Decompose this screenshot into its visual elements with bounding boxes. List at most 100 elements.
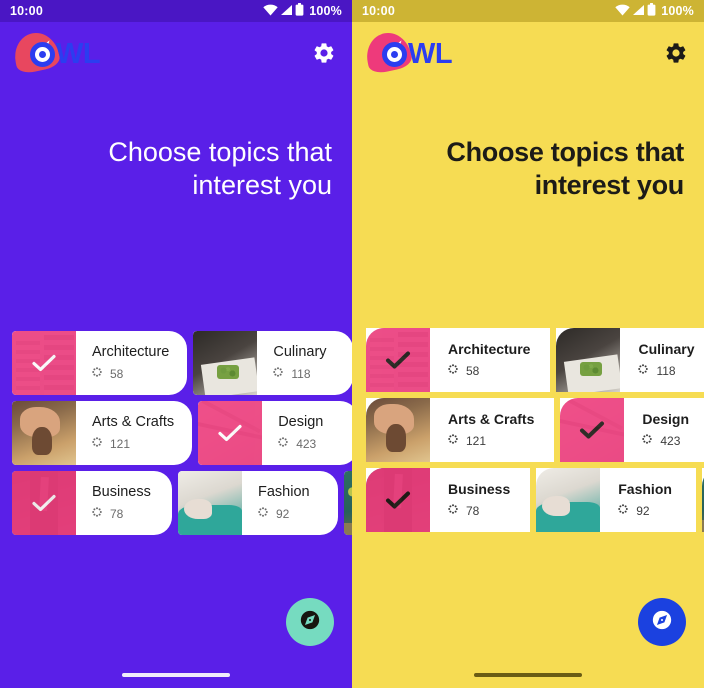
topic-image [366, 398, 430, 462]
topic-chip[interactable]: Design 423 [560, 398, 704, 462]
explore-fab[interactable] [638, 598, 686, 646]
topic-info: Fashion 92 [242, 471, 338, 535]
topic-info: Fashion 92 [600, 468, 696, 532]
battery-percent-label: 100% [661, 4, 694, 18]
topic-image [556, 328, 621, 392]
grain-icon [278, 437, 288, 450]
topic-info: Design 423 [624, 398, 704, 462]
topic-grid: Architecture 58 Culinary 118 Arts & Crafts 12… [0, 331, 352, 535]
topic-chip[interactable]: Business 78 [12, 471, 172, 535]
gear-icon[interactable] [664, 41, 688, 65]
topic-meta: 121 [448, 434, 534, 448]
topic-course-count: 121 [466, 433, 487, 448]
app-bar: WL [0, 22, 352, 84]
check-icon [215, 422, 245, 444]
topic-image [12, 331, 76, 395]
topic-chip[interactable]: Architecture 58 [12, 331, 188, 395]
owl-logo-text: WL [56, 38, 101, 70]
gear-icon[interactable] [312, 41, 336, 65]
topic-meta: 423 [278, 437, 340, 451]
owl-logo-wordmark: WL [382, 38, 453, 71]
topic-image-photo [12, 401, 76, 465]
topic-image [12, 401, 76, 465]
topic-name: Architecture [448, 341, 531, 358]
topic-chip[interactable]: Culinary 118 [193, 331, 352, 395]
topic-image [536, 468, 601, 532]
grain-icon [448, 364, 458, 377]
phone-screen-right: 10:00 100% WL Choose topics that interest y… [352, 0, 704, 688]
topic-image [344, 471, 352, 535]
topic-meta: 92 [618, 504, 676, 518]
app-bar: WL [352, 22, 704, 84]
topic-course-count: 121 [110, 436, 131, 451]
topic-row: Business 78 Fashion 92 [12, 471, 352, 535]
topic-meta: 118 [273, 367, 335, 381]
topic-chip[interactable]: Arts & Crafts 121 [366, 398, 555, 462]
topic-row: Arts & Crafts 121 Design 423 [12, 401, 352, 465]
status-bar-icon-group [263, 3, 304, 19]
page-title: Choose topics that interest you [446, 137, 684, 200]
topic-chip[interactable]: Culinary 118 [556, 328, 704, 392]
topic-row: Arts & Crafts 121 Design 423 [366, 398, 704, 462]
explore-compass-icon [651, 609, 673, 636]
topic-row: Business 78 Fashion 92 [366, 468, 704, 532]
battery-percent-label: 100% [309, 4, 342, 18]
battery-icon [295, 3, 304, 19]
topic-name: Arts & Crafts [92, 414, 175, 431]
status-bar-indicators: 100% [615, 3, 694, 19]
check-icon [29, 352, 59, 374]
home-indicator[interactable] [474, 673, 582, 677]
check-icon [383, 489, 413, 511]
topic-selected-overlay [12, 471, 76, 535]
explore-fab[interactable] [286, 598, 334, 646]
topic-course-count: 118 [656, 363, 676, 378]
grain-icon [448, 434, 458, 447]
topic-course-count: 58 [110, 366, 124, 381]
topic-meta: 58 [92, 367, 169, 381]
topic-name: Design [642, 411, 690, 428]
check-icon [577, 419, 607, 441]
topic-chip[interactable]: Business 78 [366, 468, 531, 532]
topic-selected-overlay [366, 468, 430, 532]
grain-icon [258, 507, 268, 520]
status-bar-indicators: 100% [263, 3, 342, 19]
topic-meta: 78 [448, 504, 510, 518]
topic-chip[interactable]: Fashion 92 [536, 468, 697, 532]
cellular-signal-icon [280, 4, 293, 19]
topic-course-count: 92 [636, 503, 650, 518]
topic-name: Business [448, 481, 511, 498]
topic-image [366, 328, 430, 392]
topic-selected-overlay [12, 331, 76, 395]
grain-icon [273, 367, 284, 380]
topic-chip[interactable]: Arts & Crafts 121 [12, 401, 193, 465]
topic-image [12, 471, 76, 535]
topic-name: Design [278, 414, 324, 431]
grain-icon [618, 504, 629, 517]
topic-name: Fashion [618, 481, 672, 498]
topic-name: Fashion [258, 484, 310, 501]
grain-icon [92, 367, 102, 380]
status-bar-time: 10:00 [362, 4, 395, 18]
home-indicator[interactable] [122, 673, 230, 677]
topic-course-count: 78 [466, 503, 480, 518]
topic-chip[interactable]: Design 423 [198, 401, 352, 465]
topic-image-photo [556, 328, 621, 392]
topic-image [560, 398, 625, 462]
topic-image-photo [366, 398, 430, 462]
topic-info: Culinary 118 [257, 331, 352, 395]
topic-chip-partial[interactable] [344, 471, 352, 535]
topic-image-photo [344, 471, 352, 535]
topic-course-count: 78 [110, 506, 124, 521]
topic-info: Design 423 [262, 401, 352, 465]
topic-image [198, 401, 263, 465]
topic-name: Business [92, 484, 151, 501]
grain-icon [448, 504, 458, 517]
grain-icon [92, 507, 102, 520]
topic-chip[interactable]: Architecture 58 [366, 328, 551, 392]
topic-info: Business 78 [76, 471, 172, 535]
topic-name: Culinary [273, 344, 327, 361]
topic-course-count: 58 [466, 363, 480, 378]
owl-logo-text: WL [408, 38, 453, 70]
topic-row: Architecture 58 Culinary 118 [12, 331, 352, 395]
topic-chip[interactable]: Fashion 92 [178, 471, 338, 535]
